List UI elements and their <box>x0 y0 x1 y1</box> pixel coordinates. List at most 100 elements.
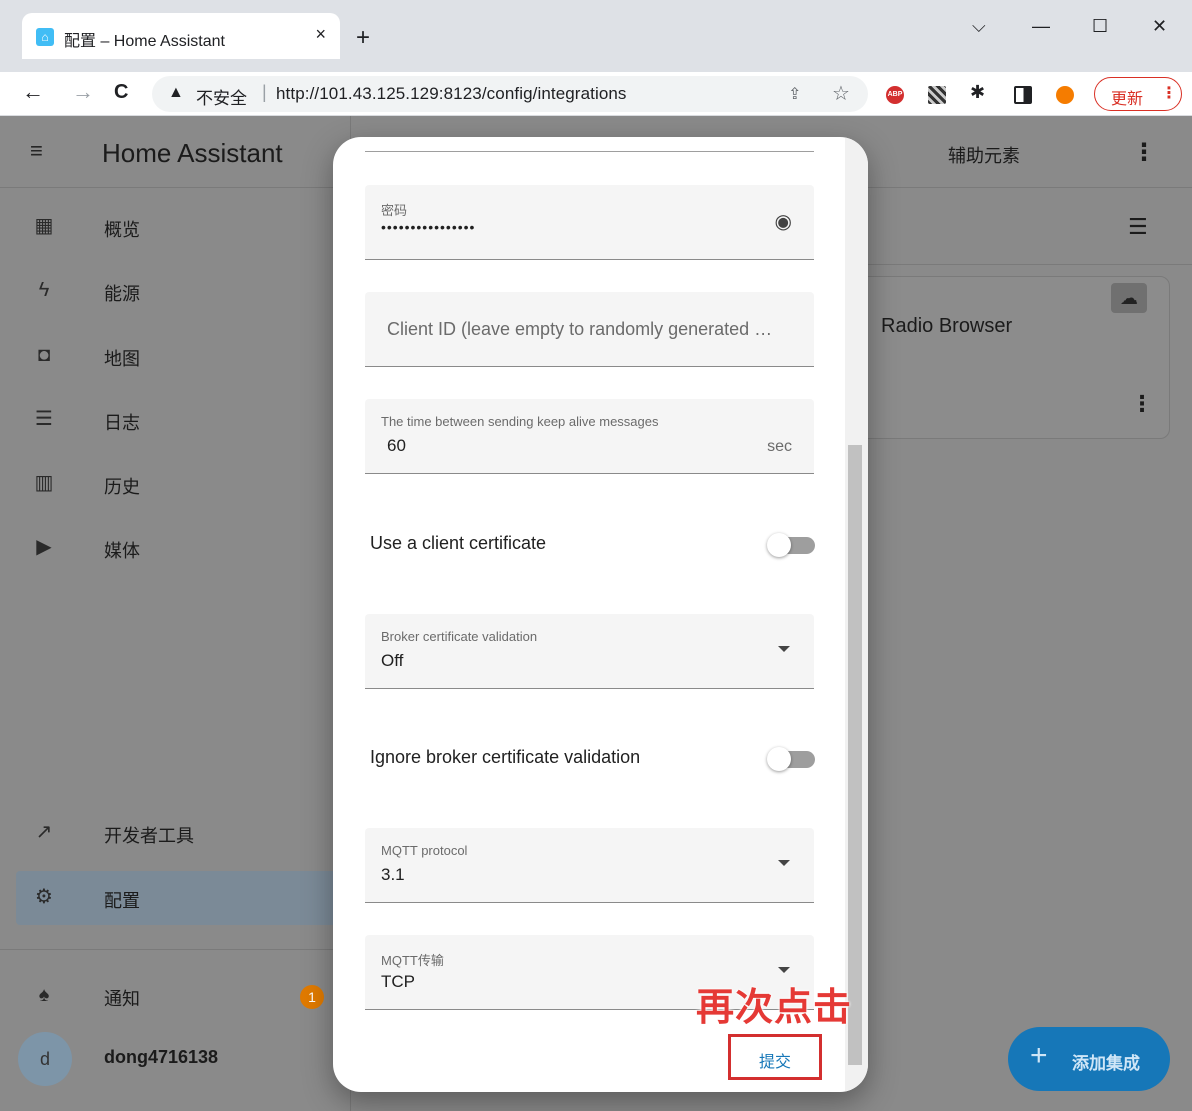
abp-icon[interactable]: ABP <box>886 86 904 104</box>
sidebar-item-notifications[interactable]: ♠ 通知 <box>0 968 351 1024</box>
keepalive-field[interactable]: The time between sending keep alive mess… <box>365 399 814 474</box>
hammer-icon: ↗ <box>35 821 53 843</box>
url-separator: | <box>262 82 267 102</box>
eye-icon[interactable]: ◉ <box>775 209 792 234</box>
sidebar-item-label: 日志 <box>104 413 140 433</box>
logbook-icon: ☰ <box>35 408 53 430</box>
ignore-validation-toggle[interactable] <box>767 747 815 771</box>
dropdown-arrow-icon <box>778 967 790 973</box>
tab-close-icon[interactable]: × <box>315 24 326 45</box>
annotation-text: 再次点击 <box>696 987 853 1029</box>
warning-icon[interactable]: ▲ <box>168 84 184 102</box>
share-icon[interactable]: ⇪ <box>788 84 801 104</box>
filter-icon[interactable]: ☰ <box>1128 214 1148 240</box>
plus-icon: + <box>1030 1039 1048 1072</box>
add-integration-label: 添加集成 <box>1072 1054 1140 1073</box>
chart-icon: ▥ <box>34 472 54 494</box>
password-field[interactable]: 密码 •••••••••••••••• ◉ <box>365 185 814 260</box>
dashboard-icon: ▦ <box>34 215 54 237</box>
insecure-label[interactable]: 不安全 <box>196 84 247 109</box>
sidepanel-icon[interactable] <box>1014 86 1032 104</box>
sidebar-item-label: 媒体 <box>104 541 140 561</box>
keepalive-label: The time between sending keep alive mess… <box>381 414 659 429</box>
gear-icon: ⚙ <box>35 886 53 908</box>
mqtt-protocol-select[interactable]: MQTT protocol 3.1 <box>365 828 814 903</box>
browser-tab-bar: ⌂ 配置 – Home Assistant × + ⌵ — ☐ ✕ <box>0 0 1192 72</box>
sidebar-item-label: 能源 <box>104 284 140 304</box>
sidebar-item-overview[interactable]: ▦ 概览 <box>0 199 351 255</box>
qr-icon[interactable] <box>928 86 946 104</box>
bookmark-star-icon[interactable]: ☆ <box>832 81 850 106</box>
password-label: 密码 <box>381 203 408 218</box>
menu-collapse-icon[interactable]: ≡ <box>30 138 43 164</box>
close-window-button[interactable]: ✕ <box>1152 16 1167 37</box>
cloud-icon: ☁ <box>1111 283 1147 313</box>
sidebar-item-history[interactable]: ▥ 历史 <box>0 456 351 512</box>
tab-search-chevron-icon[interactable]: ⌵ <box>972 16 986 37</box>
sidebar-divider <box>0 949 351 950</box>
tab-helpers[interactable]: 辅助元素 <box>948 142 1020 168</box>
dropdown-arrow-icon <box>778 646 790 652</box>
browser-toolbar: ← → C ▲ 不安全 | http://101.43.125.129:8123… <box>0 72 1192 116</box>
sidebar-item-label: 地图 <box>104 349 140 369</box>
more-vert-icon: ⋮ <box>1161 85 1177 102</box>
sidebar-item-logbook[interactable]: ☰ 日志 <box>0 392 351 448</box>
mqtt-transport-value: TCP <box>381 972 415 991</box>
dropdown-arrow-icon <box>778 860 790 866</box>
back-button[interactable]: ← <box>22 80 44 104</box>
broker-validation-select[interactable]: Broker certificate validation Off <box>365 614 814 689</box>
reload-button[interactable]: C <box>114 80 128 104</box>
integration-card[interactable]: ☁ Radio Browser ⋮ <box>832 276 1170 439</box>
map-person-icon: ◘ <box>37 344 51 366</box>
mqtt-protocol-label: MQTT protocol <box>381 843 468 858</box>
toggle-knob <box>767 747 791 771</box>
sidebar-item-config[interactable]: ⚙ 配置 <box>0 870 351 926</box>
submit-button[interactable]: 提交 <box>728 1034 822 1080</box>
user-avatar[interactable]: d <box>18 1032 72 1086</box>
minimize-button[interactable]: — <box>1032 16 1050 37</box>
browser-tab[interactable]: ⌂ 配置 – Home Assistant × <box>22 13 340 59</box>
field-underline <box>365 151 814 152</box>
broker-validation-label: Broker certificate validation <box>381 629 538 644</box>
broker-validation-value: Off <box>381 651 404 670</box>
client-cert-toggle[interactable] <box>767 533 815 557</box>
sidebar-item-label: 概览 <box>104 220 140 240</box>
client-id-placeholder[interactable]: Client ID (leave empty to randomly gener… <box>387 319 772 340</box>
sidebar-item-map[interactable]: ◘ 地图 <box>0 328 351 384</box>
more-vert-icon[interactable]: ⋮ <box>1131 391 1153 417</box>
client-cert-label: Use a client certificate <box>370 533 547 553</box>
user-name[interactable]: dong4716138 <box>104 1047 218 1068</box>
submit-label: 提交 <box>758 1054 791 1071</box>
forward-button[interactable]: → <box>72 80 94 104</box>
update-button[interactable]: 更新 ⋮ <box>1094 77 1182 111</box>
update-label: 更新 <box>1111 91 1144 108</box>
app-title: Home Assistant <box>102 138 283 168</box>
puzzle-icon[interactable]: ✱ <box>970 82 988 102</box>
keepalive-value[interactable]: 60 <box>387 436 406 456</box>
toggle-knob <box>767 533 791 557</box>
scrollbar-thumb[interactable] <box>848 445 862 1065</box>
password-value[interactable]: •••••••••••••••• <box>381 219 475 235</box>
maximize-button[interactable]: ☐ <box>1092 16 1108 37</box>
home-assistant-favicon-icon: ⌂ <box>36 28 54 46</box>
address-bar[interactable]: ▲ 不安全 | http://101.43.125.129:8123/confi… <box>152 76 868 112</box>
sidebar-item-label: 通知 <box>104 989 140 1009</box>
mqtt-config-dialog: 密码 •••••••••••••••• ◉ Client ID (leave e… <box>333 137 868 1092</box>
sidebar-item-energy[interactable]: ϟ 能源 <box>0 263 351 319</box>
client-id-field[interactable]: Client ID (leave empty to randomly gener… <box>365 292 814 367</box>
sidebar-item-label: 配置 <box>104 891 140 911</box>
new-tab-button[interactable]: + <box>356 26 370 50</box>
media-icon: ▶ <box>36 536 52 558</box>
sidebar: ≡ Home Assistant ▦ 概览 ϟ 能源 ◘ 地图 ☰ 日志 ▥ 历… <box>0 116 351 1111</box>
bell-icon: ♠ <box>38 984 50 1006</box>
more-vert-icon[interactable]: ⋮ <box>1132 138 1156 167</box>
sidebar-item-developer-tools[interactable]: ↗ 开发者工具 <box>0 805 351 861</box>
tab-title: 配置 – Home Assistant <box>64 33 225 50</box>
mqtt-transport-label: MQTT传输 <box>381 953 444 968</box>
profile-icon[interactable] <box>1056 86 1074 104</box>
ignore-validation-label: Ignore broker certificate validation <box>370 747 641 767</box>
keepalive-suffix: sec <box>767 438 792 455</box>
sidebar-item-media[interactable]: ▶ 媒体 <box>0 520 351 576</box>
add-integration-button[interactable]: + 添加集成 <box>1008 1027 1170 1091</box>
url-text[interactable]: http://101.43.125.129:8123/config/integr… <box>276 84 627 104</box>
